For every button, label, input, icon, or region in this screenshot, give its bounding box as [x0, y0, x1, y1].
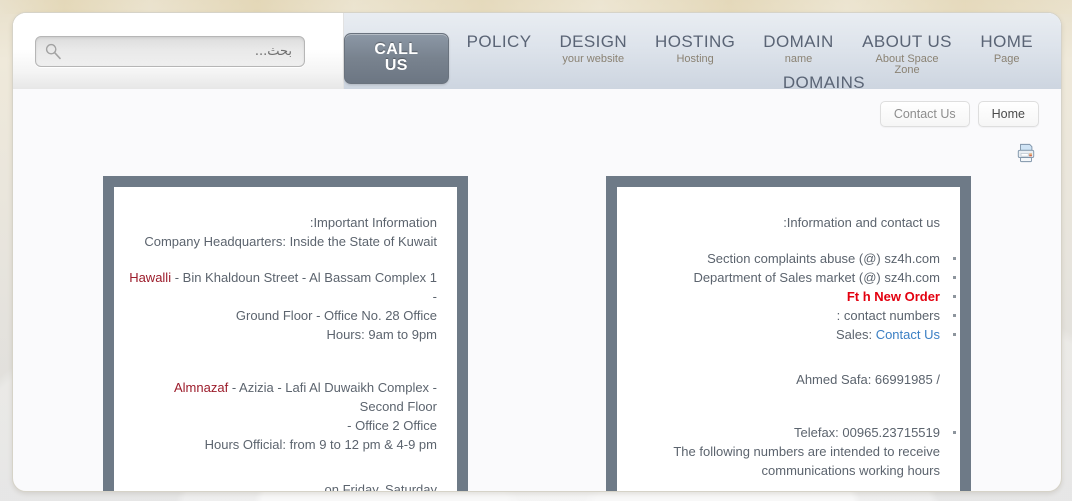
- branch-two-hours: Hours Official: from 9 to 12 pm & 4-9 pm: [204, 437, 437, 452]
- left-panel-closing-days: on Friday, Saturday: [324, 482, 437, 492]
- mobile-number: Ahmed Safa: 66991985 /: [796, 372, 940, 387]
- contact-information-body: :Information and contact us Section comp…: [617, 187, 960, 490]
- contact-note-line-2: communications working hours: [761, 463, 940, 478]
- search-box[interactable]: [35, 35, 305, 67]
- nav-item-label: HOSTING: [655, 32, 736, 51]
- breadcrumb: Contact Us Home: [13, 89, 1061, 127]
- right-panel-heading: :Information and contact us: [783, 215, 940, 230]
- nav-item-label: DESIGN: [559, 32, 628, 51]
- tool-row: [13, 127, 1061, 163]
- branch-one-address-line2: Ground Floor - Office No. 28 Office: [235, 308, 437, 323]
- nav-item-home[interactable]: HOME Page: [966, 33, 1047, 65]
- telefax-number: Telefax: 00965.23715519: [631, 423, 956, 442]
- search-icon: [45, 43, 61, 59]
- nav-item-about-us[interactable]: ABOUT US About Space Zone: [848, 33, 967, 76]
- contact-note-line-1: The following numbers are intended to re…: [673, 444, 940, 459]
- sales-email: Department of Sales market (@) sz4h.com: [631, 268, 956, 287]
- sales-contact-label: Sales:: [835, 327, 876, 342]
- search-zone: [13, 13, 343, 89]
- nav-item-sublabel: Hosting: [676, 53, 714, 65]
- nav-item-label: DOMAIN: [763, 32, 834, 51]
- branch-one-address: Hawalli - Bin Khaldoun Street - Al Bassa…: [128, 268, 437, 306]
- nav-item-sublabel: About Space Zone: [875, 53, 939, 76]
- main-navigation: HOME Page ABOUT US About Space Zone DOMA…: [343, 13, 1061, 92]
- contact-numbers-heading: : contact numbers: [631, 306, 956, 325]
- printer-icon[interactable]: [1015, 143, 1037, 163]
- breadcrumb-home[interactable]: Home: [977, 101, 1039, 127]
- nav-item-sublabel: Page: [993, 53, 1020, 65]
- sales-contact-row: Sales: Contact Us: [631, 325, 956, 344]
- branch-two-name: Almnazaf: [174, 380, 229, 395]
- breadcrumb-contact-us[interactable]: Contact Us: [879, 101, 970, 127]
- nav-item-label: HOME: [980, 32, 1033, 51]
- left-panel-headquarters: Company Headquarters: Inside the State o…: [144, 234, 437, 249]
- content-area: :Important Information Company Headquart…: [13, 163, 1061, 492]
- important-information-panel: :Important Information Company Headquart…: [103, 176, 468, 492]
- branch-one-hours: Hours: 9am to 9pm: [326, 327, 437, 342]
- page-container: HOME Page ABOUT US About Space Zone DOMA…: [12, 12, 1062, 492]
- search-input[interactable]: [36, 43, 304, 59]
- nav-item-label: POLICY: [466, 32, 532, 51]
- nav-item-design[interactable]: DESIGN your website: [545, 33, 641, 65]
- nav-item-domain[interactable]: DOMAIN name: [749, 33, 847, 65]
- nav-item-call-us[interactable]: CALL US: [344, 33, 449, 84]
- sales-contact-us-link[interactable]: Contact Us: [876, 327, 940, 342]
- nav-row: HOME Page ABOUT US About Space Zone DOMA…: [344, 33, 1047, 84]
- branch-one-name: Hawalli: [129, 270, 172, 285]
- left-panel-heading: :Important Information: [309, 215, 437, 230]
- abuse-email: Section complaints abuse (@) sz4h.com: [631, 249, 956, 268]
- nav-item-domains[interactable]: DOMAINS: [783, 73, 865, 93]
- call-us-button-label: CALL US: [344, 33, 449, 84]
- new-order-notice: Ft h New Order: [631, 287, 956, 306]
- nav-item-label: ABOUT US: [862, 32, 952, 51]
- branch-two-address: Almnazaf - Azizia - Lafi Al Duwaikh Comp…: [128, 378, 437, 416]
- site-header: HOME Page ABOUT US About Space Zone DOMA…: [13, 13, 1061, 92]
- important-information-body: :Important Information Company Headquart…: [114, 187, 457, 492]
- branch-two-address-text: - Azizia - Lafi Al Duwaikh Complex - Sec…: [228, 380, 437, 414]
- nav-item-sublabel: name: [784, 53, 813, 65]
- branch-two-address-line2: - Office 2 Office: [347, 418, 437, 433]
- nav-item-policy[interactable]: POLICY: [453, 33, 546, 50]
- branch-one-address-text: - Bin Khaldoun Street - Al Bassam Comple…: [171, 270, 437, 304]
- nav-item-hosting[interactable]: HOSTING Hosting: [641, 33, 749, 65]
- contact-information-panel: :Information and contact us Section comp…: [606, 176, 971, 491]
- nav-item-sublabel: your website: [562, 53, 625, 65]
